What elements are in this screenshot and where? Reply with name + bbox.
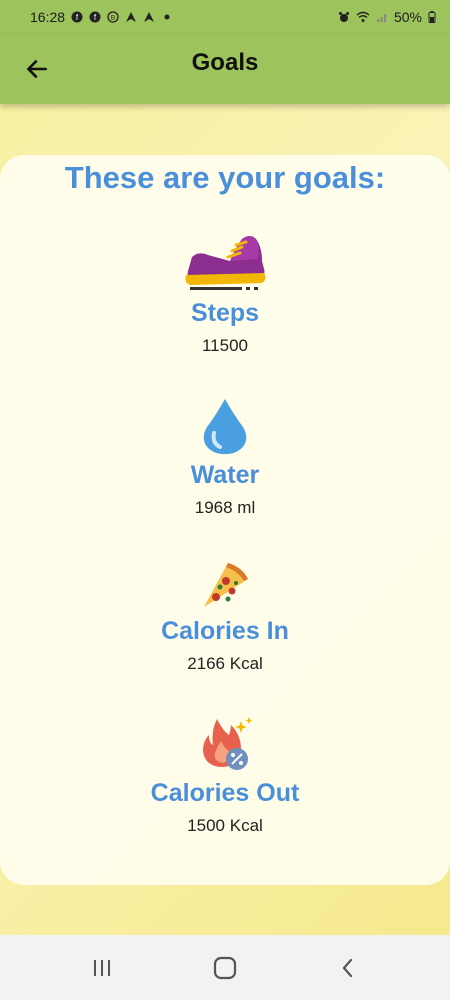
- goal-water: Water 1968 ml: [0, 397, 450, 518]
- badge-icon: B: [107, 11, 119, 23]
- home-icon: [213, 956, 237, 979]
- status-left: 16:28 f f B: [30, 9, 173, 25]
- system-back-button[interactable]: [328, 948, 368, 988]
- goal-value: 1968 ml: [194, 498, 256, 517]
- back-button[interactable]: [22, 54, 52, 84]
- navigation-arrow-icon: [144, 12, 155, 22]
- arrow-left-icon: [27, 60, 47, 78]
- status-bar: 16:28 f f B 50%: [0, 0, 450, 34]
- goal-value: 11500: [201, 336, 248, 355]
- app-bar: Goals: [0, 34, 450, 104]
- battery-icon: [428, 11, 436, 23]
- home-button[interactable]: [205, 948, 245, 988]
- alarm-icon: [338, 12, 349, 22]
- facebook-icon: f: [89, 11, 101, 23]
- battery-percent: 50%: [393, 9, 422, 25]
- goals-heading: These are your goals:: [64, 160, 386, 195]
- recent-apps-button[interactable]: [82, 948, 122, 988]
- facebook-icon: f: [71, 11, 83, 23]
- goal-value: 1500 Kcal: [187, 816, 263, 835]
- system-nav-bar: [0, 935, 450, 1000]
- svg-text:B: B: [111, 15, 115, 22]
- goal-name: Steps: [190, 299, 260, 327]
- fire-icon: [203, 717, 253, 770]
- status-right: 50%: [338, 9, 436, 25]
- dot-icon: [164, 14, 170, 20]
- wifi-icon: [356, 11, 370, 22]
- page-title: Goals: [191, 49, 259, 76]
- goal-name: Calories Out: [150, 779, 300, 807]
- pizza-icon: [204, 563, 248, 607]
- signal-icon: [376, 14, 386, 22]
- navigation-arrow-icon: [126, 12, 137, 22]
- goal-calories-in: Calories In 2166 Kcal: [0, 557, 450, 674]
- sneaker-icon: [185, 236, 266, 290]
- goal-name: Calories In: [161, 617, 289, 645]
- goals-card: These are your goals: Steps 11500 Water …: [0, 155, 450, 885]
- goal-value: 2166 Kcal: [187, 654, 263, 673]
- goal-calories-out: Calories Out 1500 Kcal: [0, 715, 450, 836]
- back-icon: [343, 958, 353, 977]
- goal-name: Water: [190, 461, 260, 489]
- status-time: 16:28: [30, 9, 66, 25]
- water-drop-icon: [203, 399, 247, 455]
- goal-steps: Steps 11500: [0, 227, 450, 356]
- recent-apps-icon: [93, 959, 110, 976]
